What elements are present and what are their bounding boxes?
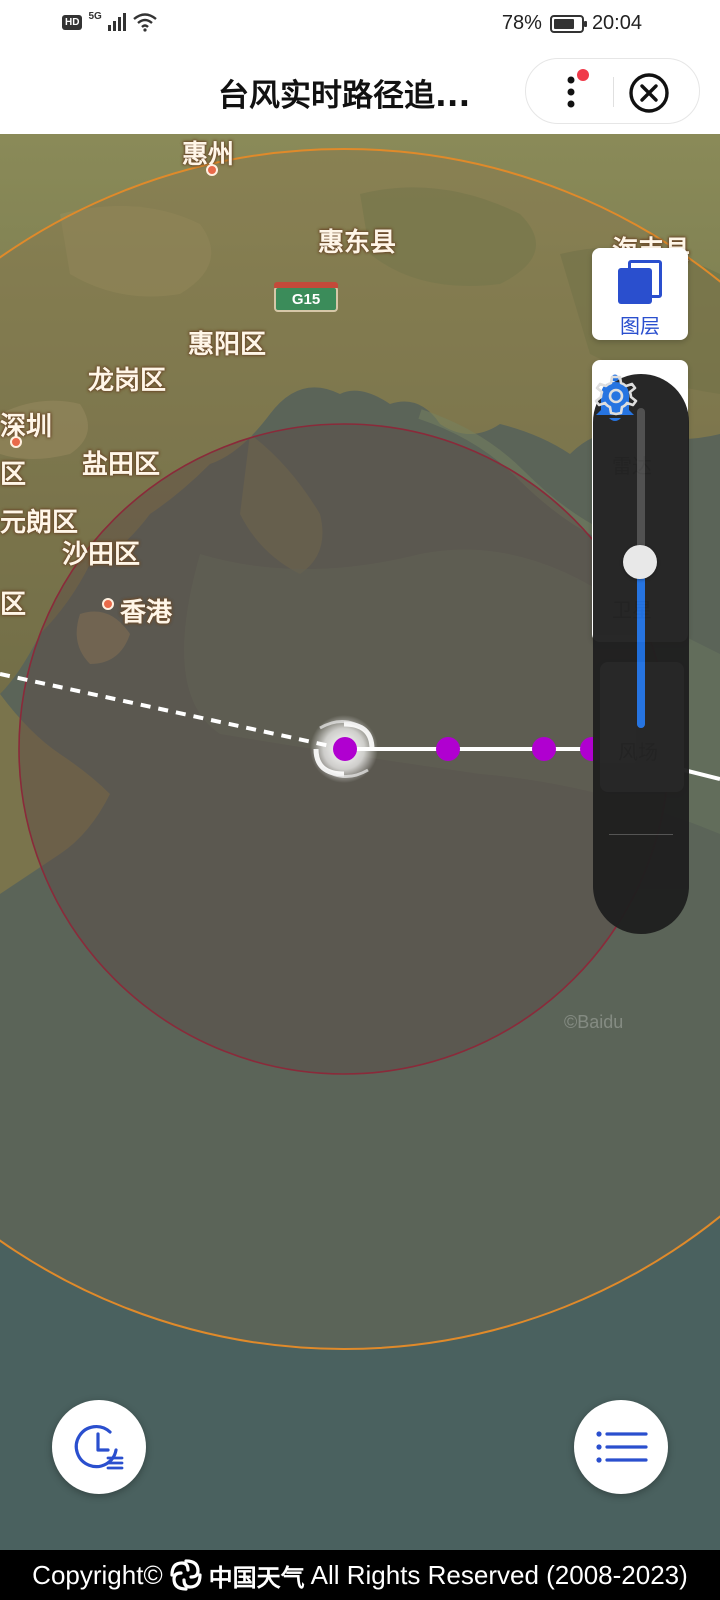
signal-icon <box>107 13 126 31</box>
hd-badge: HD <box>62 14 83 30</box>
map-label-huiyang: 惠阳区 <box>188 330 267 360</box>
layer-button[interactable]: 图层 <box>592 248 688 340</box>
road-badge: G15 <box>274 282 338 312</box>
title-bar: 台风实时路径追... <box>0 50 720 134</box>
network-type: 5G <box>88 10 102 22</box>
layer-icon <box>614 258 666 306</box>
track-point-forecast[interactable] <box>532 737 556 761</box>
map-label-longgang: 龙岗区 <box>88 366 167 396</box>
battery-percent: 78% <box>501 12 542 34</box>
history-button[interactable] <box>52 1400 146 1494</box>
page-title: 台风实时路径追... <box>218 78 471 114</box>
track-point-current[interactable] <box>333 737 357 761</box>
track-point-forecast[interactable] <box>436 737 460 761</box>
panel-divider <box>609 834 673 835</box>
list-icon <box>596 1431 648 1463</box>
capsule-divider <box>613 77 614 107</box>
list-button[interactable] <box>574 1400 668 1494</box>
rights-text: All Rights Reserved (2008-2023) <box>310 1559 688 1590</box>
close-icon[interactable] <box>628 72 670 114</box>
wifi-icon <box>133 13 157 32</box>
history-icon <box>74 1424 124 1470</box>
map-label-hongkong: 香港 <box>120 598 173 628</box>
opacity-slider-knob[interactable] <box>623 544 657 579</box>
more-icon[interactable] <box>548 69 594 115</box>
map-label-huidong: 惠东县 <box>318 228 397 258</box>
map-label-edge-qu-2: 区 <box>0 590 27 620</box>
map-watermark: ©Baidu <box>564 1012 624 1032</box>
layer-label: 图层 <box>620 314 660 338</box>
map-label-yantian: 盐田区 <box>82 450 161 480</box>
copyright-text: Copyright© <box>32 1559 163 1590</box>
city-dot-hongkong <box>102 598 114 610</box>
clock: 20:04 <box>591 12 642 34</box>
opacity-slider-fill <box>637 561 645 728</box>
map-label-edge-qu-1: 区 <box>0 460 27 490</box>
map-view[interactable]: 惠州 惠东县 海丰县 G15 惠阳区 龙岗区 深圳 区 盐田区 元朗区 沙田区 … <box>0 134 720 1550</box>
weather-logo-icon <box>170 1559 202 1591</box>
copyright-footer: Copyright© 中国天气 All Rights Reserved (200… <box>0 1550 720 1600</box>
city-dot-huizhou <box>206 164 218 176</box>
mini-program-capsule <box>525 58 700 124</box>
gear-icon[interactable] <box>593 374 639 420</box>
opacity-slider-panel <box>593 374 689 934</box>
battery-icon <box>549 14 587 33</box>
city-dot-shenzhen <box>10 436 22 448</box>
brand-name: 中国天气 <box>208 1563 305 1592</box>
map-label-shenzhen: 深圳 <box>0 412 53 442</box>
status-bar: HD 5G 78% 20:04 <box>0 0 720 50</box>
map-label-shatian: 沙田区 <box>62 540 141 570</box>
